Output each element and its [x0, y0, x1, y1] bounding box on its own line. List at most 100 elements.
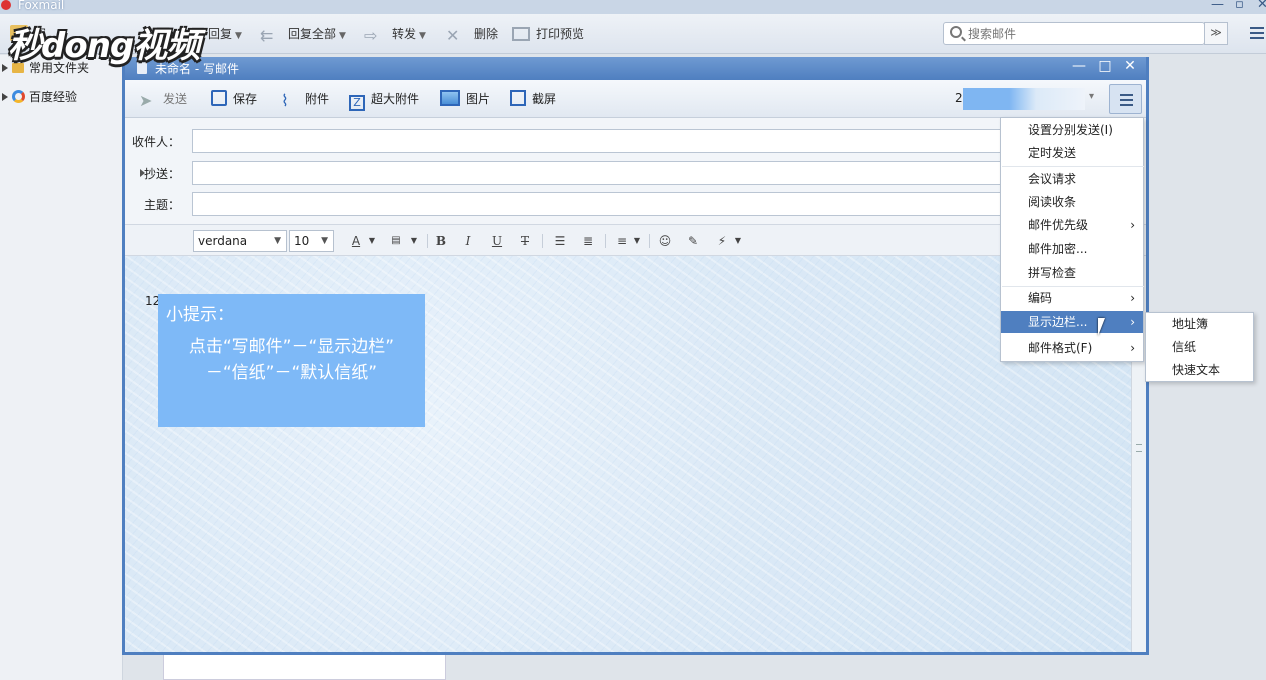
to-label: 收件人： — [131, 135, 180, 149]
show-sidebar-submenu: 地址簿 信纸 快速文本 — [1145, 312, 1254, 382]
app-titlebar: Foxmail — ▫ ✕ — [0, 0, 1266, 14]
highlight-color-icon[interactable]: ▤ — [387, 233, 405, 249]
submenu-item-quick-text[interactable]: 快速文本 — [1146, 359, 1253, 381]
menu-item-mail-format[interactable]: 邮件格式(F) › — [1001, 337, 1143, 359]
subject-row: 主题： — [125, 190, 1146, 218]
chevron-right-icon: › — [1130, 218, 1135, 232]
chevron-right-icon: › — [1130, 291, 1135, 305]
save-icon — [211, 90, 227, 106]
menu-item-meeting-request[interactable]: 会议请求 — [1001, 168, 1143, 190]
screenshot-button[interactable]: 截屏 — [510, 90, 556, 108]
forward-button[interactable]: ⇨ 转发 ▼ — [364, 24, 426, 45]
align-dropdown-icon[interactable]: ▼ — [628, 233, 646, 249]
printer-icon — [512, 27, 530, 41]
format-toolbar: verdana ▼ 10 ▼ A ▼ ▤ ▼ B I U T ☰ ≣ ≡ ▼ ☺ ✎… — [125, 224, 1146, 256]
forward-icon: ⇨ — [364, 26, 378, 45]
chevron-down-icon: ▼ — [274, 236, 281, 246]
submenu-item-address-book[interactable]: 地址簿 — [1146, 313, 1253, 335]
strikethrough-icon[interactable]: T — [516, 233, 534, 249]
foxmail-logo-icon — [1, 0, 11, 10]
magic-dropdown-icon[interactable]: ▼ — [729, 233, 747, 249]
compose-titlebar: 未命名 - 写邮件 — □ ✕ — [125, 57, 1146, 80]
subject-label: 主题： — [143, 198, 180, 212]
reply-all-button[interactable]: ⇇ 回复全部 ▼ — [260, 24, 346, 45]
account-icon — [12, 90, 25, 103]
chevron-down-icon: ▼ — [321, 236, 328, 246]
font-size-select[interactable]: 10 ▼ — [289, 230, 334, 252]
menu-item-show-sidebar[interactable]: 显示边栏... › — [1001, 311, 1143, 333]
paperclip-icon: ⌇ — [281, 91, 289, 110]
highlight-dropdown-icon[interactable]: ▼ — [405, 233, 423, 249]
expand-arrow-icon — [2, 93, 8, 101]
attach-button[interactable]: ⌇ 附件 — [281, 90, 329, 110]
app-title: Foxmail — [18, 0, 65, 12]
compose-close-icon[interactable]: ✕ — [1120, 58, 1140, 74]
compose-minimize-icon[interactable]: — — [1069, 58, 1089, 74]
sidebar-item-baidu[interactable]: 百度经验 — [0, 87, 77, 107]
big-attach-icon: Z — [349, 95, 365, 111]
mouse-cursor-icon — [1098, 318, 1112, 336]
send-button[interactable]: ➤ 发送 — [139, 90, 187, 110]
bullet-list-icon[interactable]: ☰ — [551, 233, 569, 249]
cc-row: 抄送： — [125, 159, 1146, 187]
menu-item-separate-send[interactable]: 设置分别发送(I) — [1001, 119, 1143, 141]
menu-item-encoding[interactable]: 编码 › — [1001, 287, 1143, 309]
menu-item-priority[interactable]: 邮件优先级 › — [1001, 214, 1143, 236]
more-options-menu: 设置分别发送(I) 定时发送 会议请求 阅读收条 邮件优先级 › 邮件加密... … — [1000, 117, 1144, 362]
image-icon — [440, 90, 460, 106]
format-painter-icon[interactable]: ✎ — [684, 233, 702, 249]
image-button[interactable]: 图片 — [440, 90, 490, 108]
menu-item-encrypt[interactable]: 邮件加密... — [1001, 238, 1143, 260]
font-family-select[interactable]: verdana ▼ — [193, 230, 287, 252]
search-icon — [950, 26, 962, 38]
tip-title: 小提示： — [166, 305, 234, 325]
compose-maximize-icon[interactable]: □ — [1095, 58, 1115, 74]
tip-overlay: 小提示： 点击“写邮件”－“显示边栏” －“信纸”－“默认信纸” — [158, 294, 425, 427]
cc-field[interactable] — [192, 161, 1072, 185]
delete-button[interactable]: ✕ 删除 — [446, 24, 498, 45]
paper-plane-icon: ➤ — [139, 91, 153, 110]
search-input[interactable] — [968, 25, 1198, 42]
chevron-right-icon: › — [1130, 341, 1135, 355]
save-button[interactable]: 保存 — [211, 90, 257, 108]
menu-item-read-receipt[interactable]: 阅读收条 — [1001, 191, 1143, 213]
numbered-list-icon[interactable]: ≣ — [579, 233, 597, 249]
scroll-grip-icon — [1136, 444, 1142, 452]
cc-label: 抄送： — [143, 167, 180, 181]
search-box — [943, 22, 1205, 45]
more-options-button[interactable] — [1109, 84, 1142, 114]
bold-icon[interactable]: B — [432, 233, 450, 249]
big-attach-button[interactable]: Z 超大附件 — [349, 90, 419, 111]
search-options-button[interactable]: ≫ — [1204, 22, 1228, 45]
restore-icon[interactable]: ▫ — [1235, 0, 1244, 12]
submenu-item-stationery[interactable]: 信纸 — [1146, 336, 1253, 358]
emoji-icon[interactable]: ☺ — [656, 233, 674, 249]
to-row: 收件人： — [125, 127, 1146, 155]
video-watermark: 秒dong视频 — [8, 18, 218, 66]
chevron-right-icon: › — [1130, 315, 1135, 329]
reply-all-icon: ⇇ — [260, 26, 274, 45]
close-icon[interactable]: ✕ — [1257, 0, 1266, 12]
print-preview-button[interactable]: 打印预览 — [512, 24, 584, 44]
compose-toolbar: ➤ 发送 保存 ⌇ 附件 Z 超大附件 图片 截屏 2 ▾ — [125, 80, 1146, 118]
subject-field[interactable] — [192, 192, 1072, 216]
account-selector[interactable]: 2 ▾ — [955, 88, 1103, 110]
tip-line-1: 点击“写邮件”－“显示边栏” — [188, 337, 395, 357]
account-name-redacted — [963, 88, 1085, 110]
minimize-icon[interactable]: — — [1211, 0, 1224, 12]
watermark-text: 秒dong视频 — [8, 26, 200, 66]
tip-line-2: －“信纸”－“默认信纸” — [205, 363, 378, 383]
menu-item-spellcheck[interactable]: 拼写检查 — [1001, 262, 1143, 284]
menu-item-scheduled-send[interactable]: 定时发送 — [1001, 142, 1143, 164]
app-menu-icon[interactable] — [1250, 27, 1264, 39]
crop-icon — [510, 90, 526, 106]
chevron-down-icon: ▾ — [1089, 91, 1095, 102]
italic-icon[interactable]: I — [459, 233, 477, 249]
to-field[interactable] — [192, 129, 1072, 153]
underline-icon[interactable]: U — [488, 233, 506, 249]
font-color-dropdown-icon[interactable]: ▼ — [363, 233, 381, 249]
folder-sidebar: 常用文件夹 百度经验 — [0, 55, 123, 680]
list-menu-icon — [1120, 94, 1133, 96]
delete-icon: ✕ — [446, 26, 460, 45]
tip-body: 点击“写邮件”－“显示边栏” －“信纸”－“默认信纸” — [158, 334, 425, 386]
